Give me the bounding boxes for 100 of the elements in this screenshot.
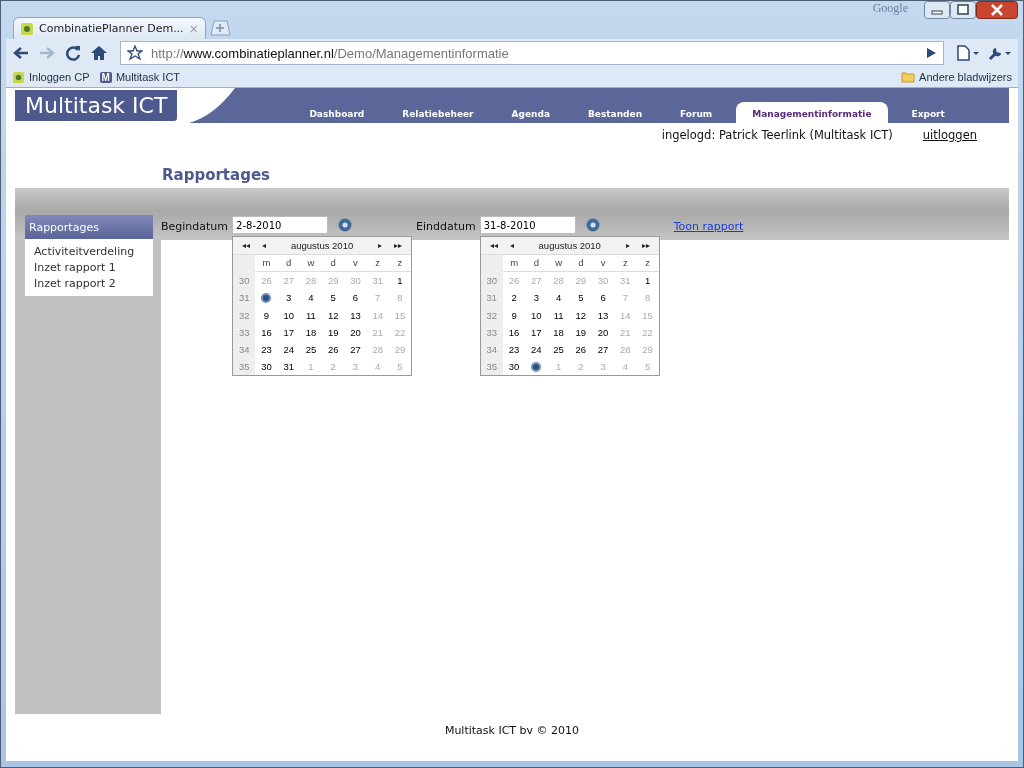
wrench-icon[interactable] (988, 45, 1012, 61)
previous-month-button[interactable]: ◂ (255, 241, 274, 250)
calendar-day[interactable]: 9 (511, 309, 517, 321)
weekday-label: d (569, 255, 592, 273)
bookmark[interactable]: M Multitask ICT (99, 71, 181, 83)
calendar-day[interactable]: 18 (553, 326, 564, 338)
calendar-day[interactable]: 23 (508, 344, 520, 356)
previous-year-button[interactable]: ◂◂ (237, 241, 256, 250)
calendar-day[interactable]: 1 (397, 275, 403, 287)
next-year-button[interactable]: ▸▸ (389, 241, 408, 250)
weekday-label: w (299, 255, 323, 273)
calendar-day[interactable]: 27 (597, 344, 609, 356)
calendar-day[interactable]: 9 (263, 309, 270, 321)
previous-year-button[interactable]: ◂◂ (484, 241, 503, 250)
weekday-label: d (322, 255, 345, 273)
back-icon[interactable] (12, 45, 30, 61)
end-date-field[interactable]: 31-8-2010 (479, 216, 576, 234)
calendar-icon[interactable] (338, 218, 353, 232)
maximize-icon[interactable] (950, 1, 976, 19)
calendar-day[interactable]: 18 (305, 326, 317, 338)
calendar-day[interactable]: 24 (531, 344, 542, 356)
calendar-day[interactable]: 5 (578, 292, 584, 304)
sidebar-link[interactable]: Inzet rapport 1 (34, 261, 153, 274)
bookmark[interactable]: Inloggen CP (12, 70, 90, 84)
sidebar-link[interactable]: Activiteitverdeling (34, 245, 153, 258)
selected-day-marker[interactable] (261, 292, 272, 303)
calendar-day[interactable]: 11 (306, 309, 316, 321)
calendar-day[interactable]: 25 (553, 344, 564, 356)
nav-tab[interactable]: Managementinformatie (736, 102, 888, 123)
page-menu-icon[interactable] (956, 45, 980, 61)
calendar-day[interactable]: 19 (327, 326, 339, 338)
next-month-button[interactable]: ▸ (371, 241, 390, 250)
calendar-day[interactable]: 31 (283, 361, 294, 373)
calendar-day[interactable]: 13 (350, 309, 361, 321)
calendar-day[interactable]: 12 (327, 309, 339, 321)
minimize-icon[interactable] (924, 1, 950, 19)
weekday-label: d (525, 255, 548, 273)
logout-link[interactable]: uitloggen (922, 128, 977, 142)
site-logo: Multitask ICT (15, 90, 178, 121)
go-icon[interactable] (925, 47, 937, 59)
calendar-day[interactable]: 30 (508, 361, 520, 373)
end-date-label: Einddatum (416, 219, 476, 233)
calendar-day[interactable]: 2 (511, 292, 517, 304)
calendar-icon[interactable] (585, 218, 600, 232)
calendar-day[interactable]: 20 (350, 326, 361, 338)
previous-month-button[interactable]: ◂ (502, 241, 521, 250)
calendar-day[interactable]: 20 (597, 326, 609, 338)
star-icon[interactable] (127, 45, 143, 61)
calendar-day[interactable]: 4 (308, 292, 314, 304)
weekday-label: z (636, 255, 659, 273)
nav-tab[interactable]: Relatiebeheer (388, 103, 488, 123)
begin-date-field[interactable]: 2-8-2010 (232, 216, 329, 234)
calendar-day[interactable]: 13 (597, 309, 609, 321)
calendar-day[interactable]: 12 (575, 309, 587, 321)
nav-tab[interactable]: Bestanden (574, 103, 657, 123)
calendar-day[interactable]: 1 (644, 275, 651, 287)
nav-tab[interactable]: Agenda (497, 103, 564, 123)
calendar-day[interactable]: 10 (531, 309, 542, 321)
nav-tab[interactable]: Dashboard (295, 103, 379, 123)
calendar-day[interactable]: 16 (508, 326, 520, 338)
calendar-day[interactable]: 23 (261, 344, 272, 356)
other-bookmarks[interactable]: Andere bladwijzers (901, 71, 1012, 83)
nav-tab[interactable]: Export (897, 103, 959, 123)
site-icon (20, 21, 34, 36)
address-bar[interactable]: http://www.combinatieplanner.nl/Demo/Managementinformatie (120, 41, 944, 65)
calendar-day[interactable]: 25 (305, 344, 317, 356)
calendar-day[interactable]: 4 (555, 292, 562, 304)
month-title: augustus 2010 (537, 240, 602, 251)
calendar-day[interactable]: 26 (575, 344, 587, 356)
week-number: 35 (480, 358, 503, 376)
show-report-link[interactable]: Toon rapport (673, 216, 744, 233)
home-icon[interactable] (90, 44, 108, 62)
calendar-day[interactable]: 3 (533, 292, 539, 304)
calendar-day[interactable]: 24 (283, 344, 294, 356)
calendar-day[interactable]: 26 (327, 344, 339, 356)
weekday-label: d (277, 255, 300, 273)
calendar-day[interactable]: 17 (283, 326, 294, 338)
nav-tab[interactable]: Forum (666, 103, 727, 123)
next-year-button[interactable]: ▸▸ (636, 241, 655, 250)
login-text: ingelogd: Patrick Teerlink (Multitask ICT) (661, 128, 893, 142)
calendar-day[interactable]: 6 (352, 292, 359, 304)
selected-day-marker[interactable] (531, 361, 542, 372)
close-icon[interactable] (976, 1, 1018, 19)
calendar-day[interactable]: 17 (531, 326, 542, 338)
calendar-day[interactable]: 5 (330, 292, 336, 304)
next-month-button[interactable]: ▸ (618, 241, 637, 250)
calendar-day[interactable]: 3 (286, 292, 292, 304)
reload-icon[interactable] (64, 44, 82, 62)
calendar-day[interactable]: 27 (350, 344, 361, 356)
calendar-day[interactable]: 11 (553, 309, 564, 321)
calendar-day[interactable]: 10 (283, 309, 294, 321)
calendar-day[interactable]: 16 (261, 326, 272, 338)
calendar-day[interactable]: 19 (575, 326, 587, 338)
weekday-label: w (547, 255, 570, 273)
folder-icon (901, 71, 916, 83)
calendar-day[interactable]: 6 (600, 292, 606, 304)
week-number: 35 (233, 358, 256, 376)
browser-tab[interactable]: CombinatiePlanner Dem... × (13, 17, 206, 39)
calendar-day[interactable]: 30 (261, 361, 272, 373)
sidebar-link[interactable]: Inzet rapport 2 (34, 277, 153, 290)
